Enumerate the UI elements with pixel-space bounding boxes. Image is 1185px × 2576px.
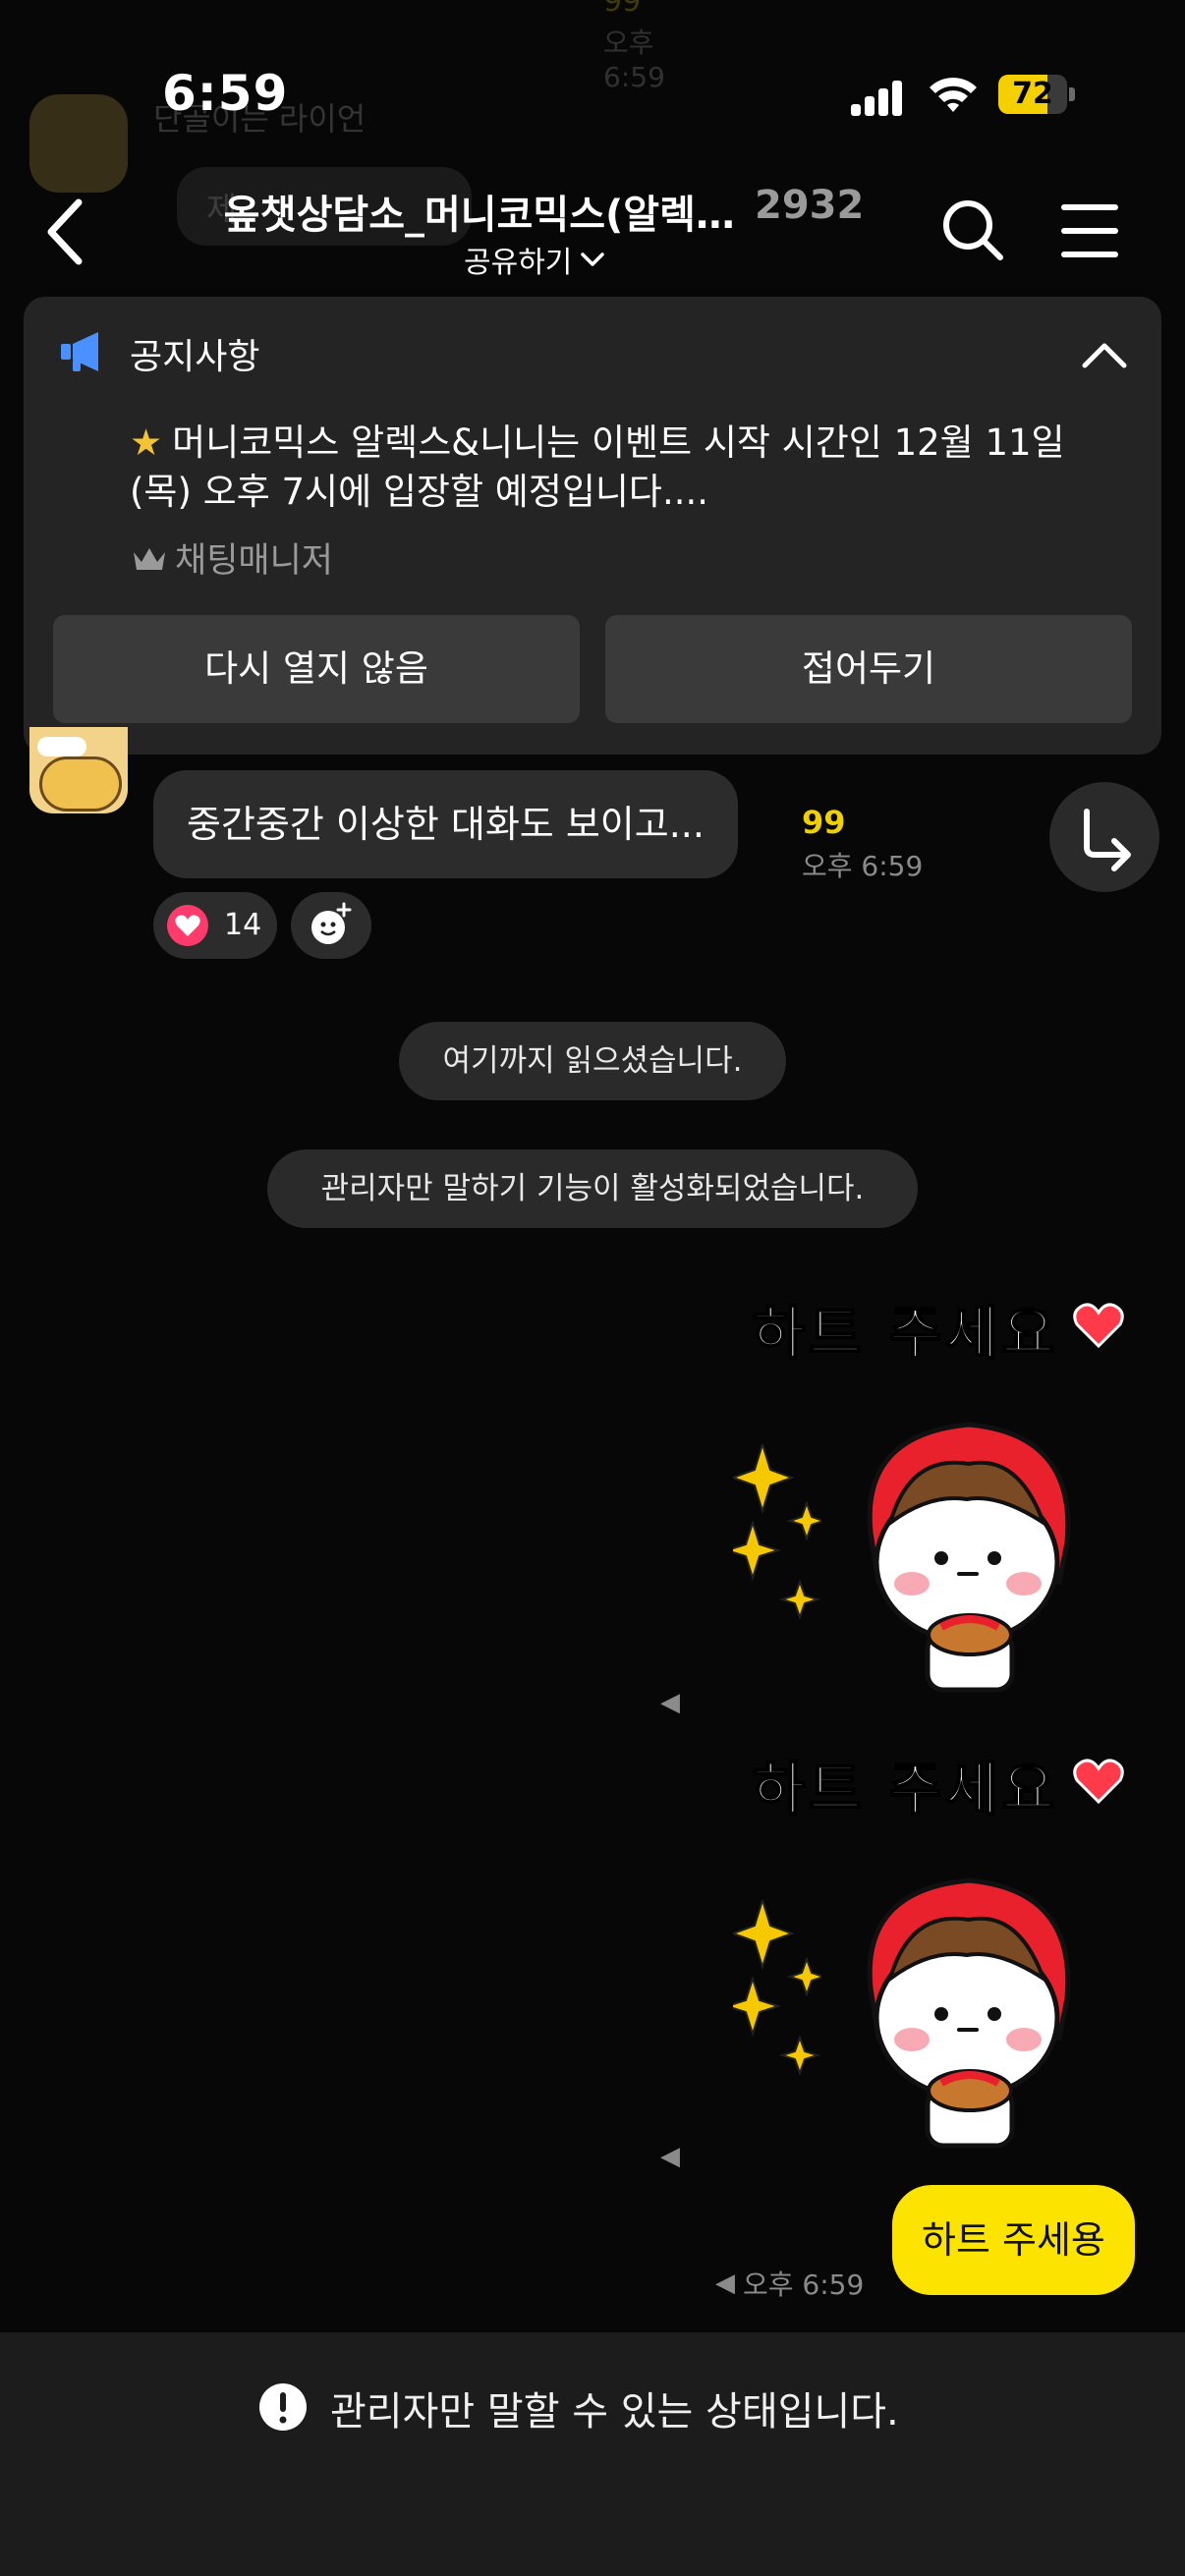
admin-only-message: 관리자만 말할 수 있는 상태입니다. xyxy=(330,2389,899,2435)
red-hood-character-icon xyxy=(867,1877,1071,2149)
outgoing-message-bubble[interactable]: 하트 주세용 xyxy=(892,2185,1135,2295)
read-marker: 여기까지 읽으셨습니다. xyxy=(399,1022,786,1100)
chat-room-title[interactable]: 옾챗상담소_머니코믹스(알렉스&니니) xyxy=(224,183,735,240)
notice-author: 채팅매니저 xyxy=(130,532,333,583)
sticker-heart-icon xyxy=(1073,1303,1124,1349)
read-status-arrow-icon: ◀ xyxy=(660,2142,680,2171)
input-disabled-bar: 관리자만 말할 수 있는 상태입니다. xyxy=(0,2332,1185,2576)
search-button[interactable] xyxy=(939,196,1006,263)
outgoing-message-meta: ◀ 오후 6:59 xyxy=(715,2264,864,2303)
sticker-message[interactable]: 하트 주세요 xyxy=(733,1743,1146,2156)
notice-author-name: 채팅매니저 xyxy=(175,541,334,581)
add-reaction-button[interactable] xyxy=(291,892,371,959)
megaphone-icon xyxy=(59,328,106,375)
dismiss-notice-button[interactable]: 다시 열지 않음 xyxy=(53,615,580,723)
ghost-time: 오후 6:59 xyxy=(603,27,665,93)
chevron-up-icon xyxy=(1082,343,1127,368)
notice-body[interactable]: ★ 머니코믹스 알렉스&니니는 이벤트 시작 시간인 12월 11일 (목) 오후… xyxy=(130,419,1093,517)
collapse-notice-button[interactable] xyxy=(1079,340,1130,371)
fold-notice-button[interactable]: 접어두기 xyxy=(605,615,1132,723)
share-button[interactable]: 공유하기 xyxy=(464,238,605,281)
status-time: 6:59 xyxy=(162,65,289,122)
share-forward-button[interactable] xyxy=(1049,782,1159,892)
notice-title: 공지사항 xyxy=(130,337,260,377)
notice-text: 머니코믹스 알렉스&니니는 이벤트 시작 시간인 12월 11일 (목) 오후 … xyxy=(130,421,1065,513)
back-button[interactable] xyxy=(39,193,98,271)
sticker-message[interactable]: 하트 주세요 xyxy=(733,1287,1146,1700)
sticker-caption: 하트 주세요 xyxy=(752,1299,1058,1368)
sender-avatar[interactable] xyxy=(29,727,128,813)
menu-button[interactable] xyxy=(1061,204,1118,257)
notice-panel[interactable]: 공지사항 ★ 머니코믹스 알렉스&니니는 이벤트 시작 시간인 12월 11일 (… xyxy=(24,297,1161,755)
read-status-arrow-icon: ◀ xyxy=(715,2268,735,2298)
ghost-avatar xyxy=(29,94,128,193)
sticker-heart-icon xyxy=(1073,1759,1124,1805)
unread-count: 99 xyxy=(802,804,846,841)
sparkle-icon xyxy=(733,1900,821,2076)
battery-level: 72 xyxy=(1012,77,1053,111)
reaction-count: 14 xyxy=(224,908,262,942)
red-hood-character-icon xyxy=(867,1422,1071,1693)
chevron-down-icon xyxy=(581,252,605,266)
wifi-icon xyxy=(928,75,979,114)
sticker-caption: 하트 주세요 xyxy=(752,1755,1058,1823)
star-icon: ★ xyxy=(130,421,163,464)
cellular-signal-icon xyxy=(851,81,904,116)
read-status-arrow-icon: ◀ xyxy=(660,1688,680,1717)
sparkle-icon xyxy=(733,1444,821,1620)
battery-icon: 72 xyxy=(998,75,1077,114)
incoming-message-bubble[interactable]: 중간중간 이상한 대화도 보이고... xyxy=(153,770,738,878)
ghost-unread-count: 99 xyxy=(603,0,642,19)
emoji-add-icon xyxy=(311,902,352,944)
heart-icon xyxy=(167,905,208,946)
alert-icon xyxy=(259,2383,307,2431)
system-notice: 관리자만 말하기 기능이 활성화되었습니다. xyxy=(267,1149,918,1228)
crown-icon xyxy=(134,547,165,570)
forward-arrow-icon xyxy=(1084,809,1131,871)
message-time: 오후 6:59 xyxy=(802,850,924,882)
search-icon xyxy=(943,200,1003,260)
heart-reaction-chip[interactable]: 14 xyxy=(153,892,277,959)
hamburger-icon xyxy=(1061,204,1118,210)
chevron-left-icon xyxy=(47,198,83,265)
member-count: 2932 xyxy=(755,183,865,228)
share-label: 공유하기 xyxy=(464,246,573,280)
outgoing-time: 오후 6:59 xyxy=(743,2268,865,2301)
